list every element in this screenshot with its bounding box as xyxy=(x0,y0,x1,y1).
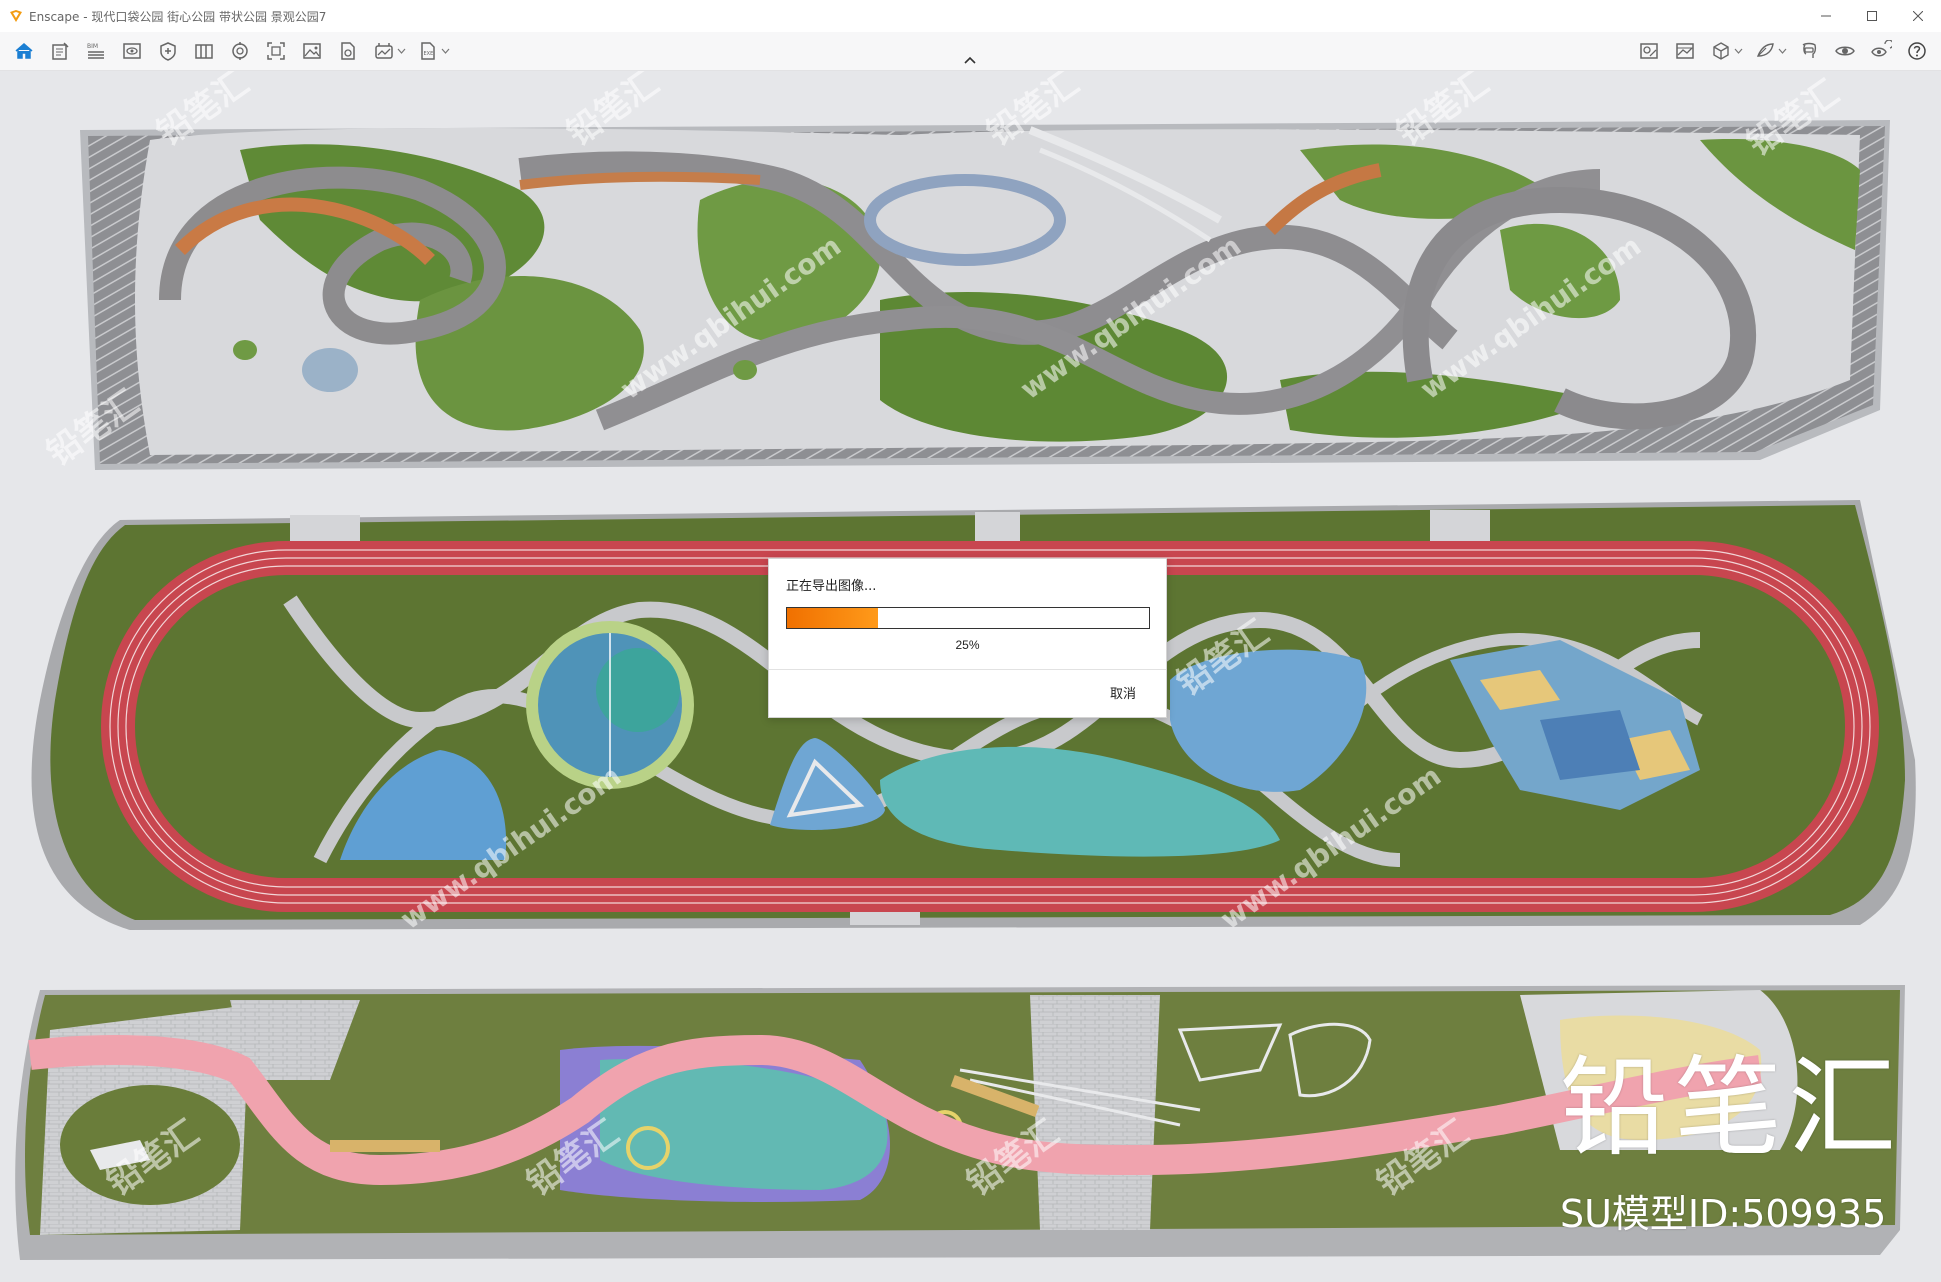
help-icon xyxy=(1908,42,1926,60)
view-button[interactable] xyxy=(114,36,150,66)
views-panel-icon xyxy=(195,44,213,59)
window-title: Enscape - 现代口袋公园 街心公园 带状公园 景观公园7 xyxy=(29,9,327,24)
atmosphere-button[interactable] xyxy=(1667,36,1703,66)
bim-info-icon: BIM xyxy=(87,43,104,59)
export-button[interactable] xyxy=(330,36,366,66)
minimize-icon xyxy=(1821,15,1831,17)
export-icon xyxy=(341,42,355,60)
capture-icon xyxy=(160,42,176,61)
paint-icon xyxy=(1756,43,1774,57)
progress-bar xyxy=(786,607,1150,629)
model-id-label: SU模型ID:509935 xyxy=(1560,1192,1887,1236)
batch-render-button[interactable] xyxy=(258,36,294,66)
maximize-button[interactable] xyxy=(1849,0,1895,32)
asset-library-icon xyxy=(232,42,248,60)
exe-label: EXE xyxy=(424,51,434,57)
project-notes-icon xyxy=(52,42,69,60)
panorama-button[interactable] xyxy=(366,36,402,66)
export-file-button[interactable]: EXE xyxy=(410,36,446,66)
project-notes-button[interactable] xyxy=(42,36,78,66)
progress-percent: 25% xyxy=(955,638,980,652)
minimize-button[interactable] xyxy=(1803,0,1849,32)
home-icon xyxy=(15,43,33,59)
vr-headset-button[interactable] xyxy=(1791,36,1827,66)
enscape-logo-icon xyxy=(9,9,23,23)
close-icon xyxy=(1913,11,1923,21)
paint-button[interactable] xyxy=(1747,36,1783,66)
maximize-icon xyxy=(1867,11,1877,21)
collapse-toolbar-icon[interactable] xyxy=(962,55,978,67)
park-top xyxy=(80,120,1890,470)
image-button[interactable] xyxy=(294,36,330,66)
help-button[interactable] xyxy=(1899,36,1935,66)
image-icon xyxy=(303,43,321,59)
live-update-icon xyxy=(1835,46,1855,56)
bim-label: BIM xyxy=(87,43,98,50)
export-file-icon: EXE xyxy=(421,42,435,60)
window-titlebar: Enscape - 现代口袋公园 街心公园 带状公园 景观公园7 xyxy=(0,0,1941,32)
dialog-divider xyxy=(769,669,1166,670)
export-progress-dialog: 正在导出图像... 25% 取消 xyxy=(768,558,1167,718)
progress-bar-fill xyxy=(787,608,878,628)
view-icon xyxy=(123,43,141,59)
home-button[interactable] xyxy=(6,36,42,66)
object-icon xyxy=(1713,42,1729,60)
cancel-button[interactable]: 取消 xyxy=(1110,683,1136,702)
atmosphere-icon xyxy=(1676,43,1694,59)
sync-views-icon xyxy=(1871,40,1892,57)
material-editor-button[interactable] xyxy=(1631,36,1667,66)
capture-button[interactable] xyxy=(150,36,186,66)
material-editor-icon xyxy=(1640,43,1658,59)
sync-views-button[interactable] xyxy=(1863,36,1899,66)
close-button[interactable] xyxy=(1895,0,1941,32)
object-button[interactable] xyxy=(1703,36,1739,66)
vr-headset-icon xyxy=(1802,42,1817,58)
batch-render-icon xyxy=(267,42,285,60)
asset-library-button[interactable] xyxy=(222,36,258,66)
panorama-icon xyxy=(375,43,393,59)
views-panel-button[interactable] xyxy=(186,36,222,66)
dialog-title: 正在导出图像... xyxy=(786,579,877,594)
brand-logo: 铅笔汇 xyxy=(1560,1046,1903,1171)
bim-info-button[interactable]: BIM xyxy=(78,36,114,66)
live-update-button[interactable] xyxy=(1827,36,1863,66)
